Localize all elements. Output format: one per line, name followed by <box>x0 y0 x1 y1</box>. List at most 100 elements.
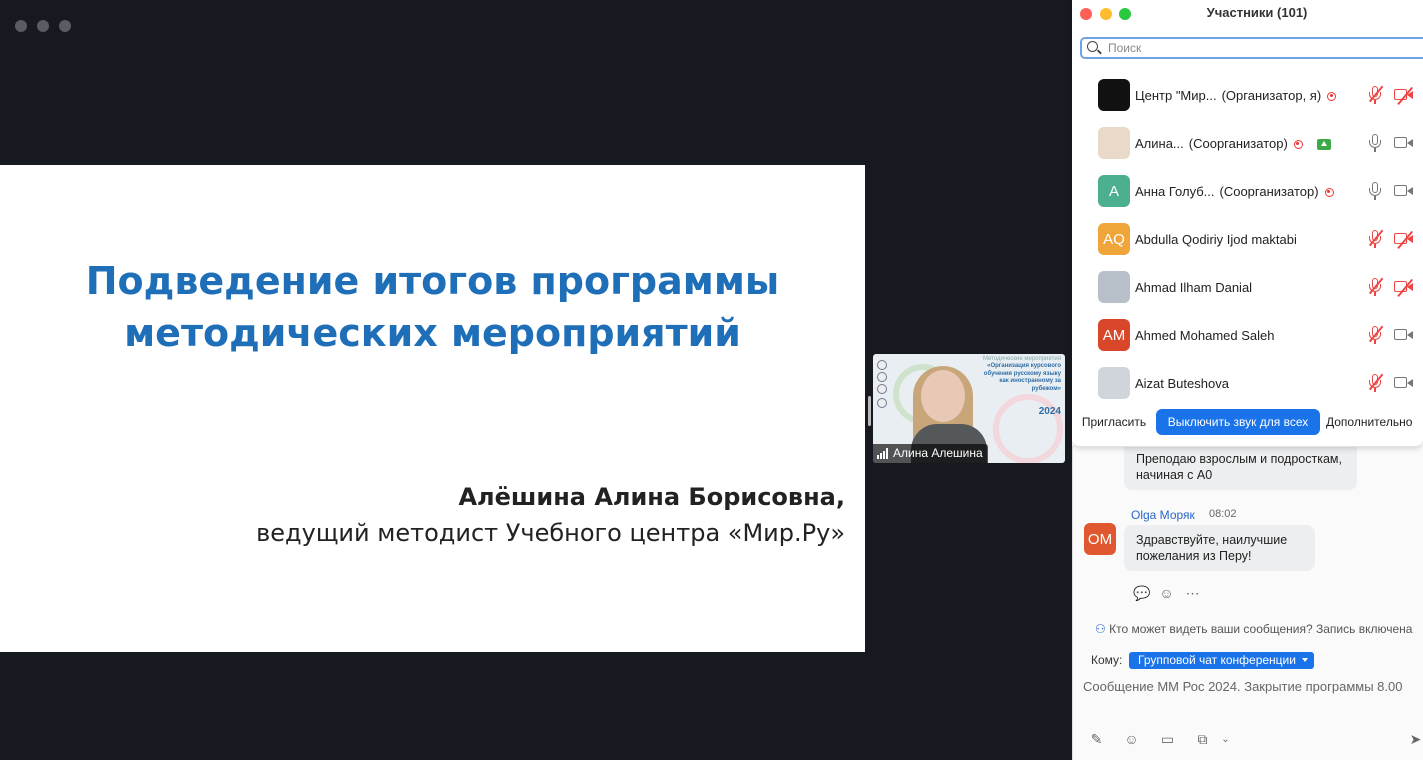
participant-display-name: Центр "Мир... <box>1135 87 1217 103</box>
mic-muted-icon[interactable] <box>1368 325 1384 344</box>
emoji-icon[interactable]: ☺ <box>1124 732 1139 747</box>
recording-icon <box>1327 91 1337 101</box>
speaker-face <box>921 370 965 422</box>
mic-muted-icon[interactable] <box>1368 229 1384 248</box>
participants-panel: Участники (101) Поиск Центр "Мир... (Орга… <box>1072 0 1423 447</box>
virtual-background-caption-line-2: «Организация курсового обучения русскому… <box>983 363 1061 392</box>
mic-muted-icon[interactable] <box>1368 85 1384 104</box>
invite-button[interactable]: Пригласить <box>1076 409 1152 435</box>
participant-display-name: Анна Голуб... <box>1135 183 1215 199</box>
mic-icon[interactable] <box>1368 182 1382 200</box>
split-resize-handle[interactable] <box>868 396 871 426</box>
participant-avatar-initials: AM <box>1102 326 1126 344</box>
slide-title: Подведение итогов программы методических… <box>40 255 825 359</box>
participant-row[interactable]: A Анна Голуб... (Соорганизатор) <box>1098 174 1423 208</box>
participant-row[interactable]: Алина... (Соорганизатор) <box>1098 126 1423 160</box>
background-ring-decoration <box>993 394 1063 463</box>
virtual-bg-logo-icon <box>877 372 887 382</box>
chat-message-text: Здравствуйте, наилучшие пожелания из Пер… <box>1136 533 1288 563</box>
participant-avatar <box>1098 367 1130 399</box>
participant-avatar <box>1098 79 1130 111</box>
mic-icon[interactable] <box>1368 134 1382 152</box>
screenshot-icon[interactable]: ⧉ <box>1195 732 1210 747</box>
participant-avatar-initials: A <box>1108 182 1119 200</box>
participant-avatar: A <box>1098 175 1130 207</box>
virtual-background-year: 2024 <box>1038 406 1061 417</box>
speaker-name: Алина Алешина <box>893 446 983 460</box>
speaker-name-tag: Алина Алешина <box>873 444 988 463</box>
participant-row[interactable]: AM Ahmed Mohamed Saleh <box>1098 318 1423 352</box>
chevron-down-icon[interactable]: ⌄ <box>1218 732 1233 747</box>
send-icon[interactable]: ➤ <box>1408 732 1423 747</box>
slide-title-line-2: методических мероприятий <box>124 311 741 355</box>
participant-display-name: Abdulla Qodiriy Ijod maktabi <box>1135 231 1297 247</box>
virtual-background-caption-line-1: Методические мероприятия <box>982 356 1061 362</box>
video-off-icon[interactable] <box>1394 278 1414 297</box>
participant-display-name: Aizat Buteshova <box>1135 375 1229 391</box>
participant-row[interactable]: Aizat Buteshova <box>1098 366 1423 400</box>
chat-visibility-notice[interactable]: ⚇ Кто может видеть ваши сообщения? Запис… <box>1095 622 1412 636</box>
window-close-dot[interactable] <box>15 20 27 32</box>
screen-share-icon <box>1316 138 1331 150</box>
video-icon[interactable] <box>1394 136 1414 150</box>
more-options-icon[interactable]: ⋯ <box>1185 586 1200 601</box>
more-button[interactable]: Дополнительно <box>1326 409 1423 435</box>
participants-search-placeholder: Поиск <box>1108 41 1142 55</box>
participant-row[interactable]: Ahmad Ilham Danial <box>1098 270 1423 304</box>
participant-avatar <box>1098 271 1130 303</box>
video-off-icon[interactable] <box>1394 86 1414 105</box>
search-icon <box>1087 41 1098 52</box>
video-icon[interactable] <box>1394 376 1414 390</box>
mic-muted-icon[interactable] <box>1368 373 1384 392</box>
format-text-icon[interactable]: ✎ <box>1089 732 1104 747</box>
virtual-bg-logo-icon <box>877 384 887 394</box>
video-icon[interactable] <box>1394 328 1414 342</box>
participant-display-name: Ahmad Ilham Danial <box>1135 279 1253 295</box>
participant-display-name: Алина... <box>1135 135 1184 151</box>
add-reaction-icon[interactable]: ☺ <box>1159 586 1174 601</box>
video-off-icon[interactable] <box>1394 230 1414 249</box>
chat-message-bubble[interactable]: Здравствуйте, наилучшие пожелания из Пер… <box>1124 525 1315 571</box>
participant-role: (Соорганизатор) <box>1219 183 1319 199</box>
participant-avatar <box>1098 127 1130 159</box>
participant-avatar: AM <box>1098 319 1130 351</box>
mic-muted-icon[interactable] <box>1368 277 1384 296</box>
chat-recipient-dropdown[interactable]: Групповой чат конференции <box>1129 652 1314 669</box>
participants-search-input[interactable]: Поиск <box>1080 37 1423 59</box>
slide-author-role: ведущий методист Учебного центра «Мир.Ру… <box>256 519 845 547</box>
window-zoom-dot[interactable] <box>59 20 71 32</box>
recording-icon <box>1324 187 1334 197</box>
chat-visibility-notice-text: Кто может видеть ваши сообщения? Запись … <box>1109 622 1413 636</box>
chat-message-input[interactable]: Сообщение ММ Рос 2024. Закрытие программ… <box>1083 679 1402 694</box>
chat-recipient-label: Кому: <box>1091 653 1123 667</box>
video-icon[interactable] <box>1394 184 1414 198</box>
chat-sender-avatar: OM <box>1084 523 1116 555</box>
speaker-video-thumbnail[interactable]: Методические мероприятия «Организация ку… <box>873 354 1065 463</box>
shared-screen-slide: Подведение итогов программы методических… <box>0 165 865 652</box>
chat-sender-name[interactable]: Olga Моряк <box>1131 508 1195 522</box>
signal-strength-icon <box>877 448 888 459</box>
people-icon: ⚇ <box>1095 622 1106 636</box>
participant-avatar-initials: AQ <box>1103 230 1125 248</box>
chat-message-time: 08:02 <box>1209 508 1237 520</box>
participant-role: (Соорганизатор) <box>1188 135 1288 151</box>
recording-icon <box>1293 139 1303 149</box>
participant-avatar: AQ <box>1098 223 1130 255</box>
virtual-background-caption: Методические мероприятия «Организация ку… <box>977 356 1061 393</box>
participant-row[interactable]: AQ Abdulla Qodiriy Ijod maktabi <box>1098 222 1423 256</box>
chat-panel: Преподаю взрослым и подросткам, начиная … <box>1072 436 1423 760</box>
slide-title-line-1: Подведение итогов программы <box>85 259 780 303</box>
virtual-bg-logo-icon <box>877 398 887 408</box>
virtual-bg-logo-icon <box>877 360 887 370</box>
chat-sender-avatar-initials: OM <box>1087 530 1113 548</box>
participant-role: (Организатор, я) <box>1221 87 1322 103</box>
slide-author-name: Алёшина Алина Борисовна, <box>458 483 845 511</box>
participants-actions: Пригласить Выключить звук для всех Допол… <box>1072 409 1423 435</box>
participant-display-name: Ahmed Mohamed Saleh <box>1135 327 1275 343</box>
reply-icon[interactable]: 💬 <box>1133 586 1150 601</box>
chat-previous-message-text: Преподаю взрослым и подросткам, начиная … <box>1136 452 1342 482</box>
mute-all-button[interactable]: Выключить звук для всех <box>1156 409 1320 435</box>
participant-row[interactable]: Центр "Мир... (Организатор, я) <box>1098 78 1423 112</box>
file-icon[interactable]: ▭ <box>1160 732 1175 747</box>
window-minimize-dot[interactable] <box>37 20 49 32</box>
